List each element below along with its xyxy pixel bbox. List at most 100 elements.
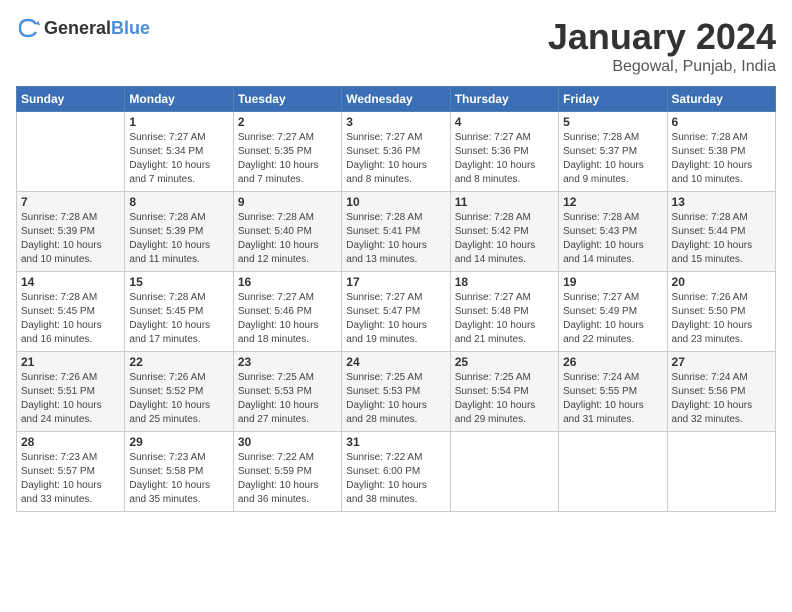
day-info: Sunrise: 7:28 AMSunset: 5:43 PMDaylight:… xyxy=(563,211,662,267)
day-info: Sunrise: 7:24 AMSunset: 5:55 PMDaylight:… xyxy=(563,371,662,427)
day-number: 17 xyxy=(346,275,445,289)
day-number: 9 xyxy=(238,195,337,209)
day-number: 4 xyxy=(455,115,554,129)
day-info: Sunrise: 7:28 AMSunset: 5:41 PMDaylight:… xyxy=(346,211,445,267)
calendar-cell: 5 Sunrise: 7:28 AMSunset: 5:37 PMDaylight… xyxy=(559,112,667,192)
calendar-cell: 15 Sunrise: 7:28 AMSunset: 5:45 PMDayligh… xyxy=(125,272,233,352)
logo-general: General xyxy=(44,18,111,38)
calendar-cell: 14 Sunrise: 7:28 AMSunset: 5:45 PMDayligh… xyxy=(17,272,125,352)
day-info: Sunrise: 7:23 AMSunset: 5:58 PMDaylight:… xyxy=(129,451,228,507)
day-info: Sunrise: 7:28 AMSunset: 5:39 PMDaylight:… xyxy=(129,211,228,267)
calendar-cell: 4 Sunrise: 7:27 AMSunset: 5:36 PMDaylight… xyxy=(450,112,558,192)
day-number: 3 xyxy=(346,115,445,129)
calendar-cell: 8Sunrise: 7:28 AMSunset: 5:39 PMDaylight… xyxy=(125,192,233,272)
day-info: Sunrise: 7:25 AMSunset: 5:53 PMDaylight:… xyxy=(238,371,337,427)
day-number: 5 xyxy=(563,115,662,129)
logo: GeneralBlue xyxy=(16,16,150,40)
day-number: 6 xyxy=(672,115,771,129)
day-info: Sunrise: 7:26 AMSunset: 5:50 PMDaylight:… xyxy=(672,291,771,347)
calendar-week-5: 28 Sunrise: 7:23 AMSunset: 5:57 PMDayligh… xyxy=(17,432,776,512)
day-info: Sunrise: 7:24 AMSunset: 5:56 PMDaylight:… xyxy=(672,371,771,427)
calendar-cell: 28 Sunrise: 7:23 AMSunset: 5:57 PMDayligh… xyxy=(17,432,125,512)
day-info: Sunrise: 7:28 AMSunset: 5:45 PMDaylight:… xyxy=(129,291,228,347)
calendar-cell: 12 Sunrise: 7:28 AMSunset: 5:43 PMDayligh… xyxy=(559,192,667,272)
day-number: 12 xyxy=(563,195,662,209)
day-info: Sunrise: 7:28 AMSunset: 5:45 PMDaylight:… xyxy=(21,291,120,347)
calendar-week-4: 21 Sunrise: 7:26 AMSunset: 5:51 PMDayligh… xyxy=(17,352,776,432)
day-number: 23 xyxy=(238,355,337,369)
day-number: 30 xyxy=(238,435,337,449)
header: GeneralBlue January 2024 Begowal, Punjab… xyxy=(16,16,776,76)
calendar-cell: 27 Sunrise: 7:24 AMSunset: 5:56 PMDayligh… xyxy=(667,352,775,432)
calendar-cell: 7 Sunrise: 7:28 AMSunset: 5:39 PMDaylight… xyxy=(17,192,125,272)
day-info: Sunrise: 7:26 AMSunset: 5:51 PMDaylight:… xyxy=(21,371,120,427)
calendar-cell: 16 Sunrise: 7:27 AMSunset: 5:46 PMDayligh… xyxy=(233,272,341,352)
day-info: Sunrise: 7:27 AMSunset: 5:47 PMDaylight:… xyxy=(346,291,445,347)
day-number: 10 xyxy=(346,195,445,209)
day-info: Sunrise: 7:27 AMSunset: 5:46 PMDaylight:… xyxy=(238,291,337,347)
calendar-week-1: 1 Sunrise: 7:27 AMSunset: 5:34 PMDaylight… xyxy=(17,112,776,192)
calendar-cell: 3Sunrise: 7:27 AMSunset: 5:36 PMDaylight… xyxy=(342,112,450,192)
day-info: Sunrise: 7:27 AMSunset: 5:49 PMDaylight:… xyxy=(563,291,662,347)
day-number: 21 xyxy=(21,355,120,369)
day-info: Sunrise: 7:28 AMSunset: 5:38 PMDaylight:… xyxy=(672,131,771,187)
th-wednesday: Wednesday xyxy=(342,87,450,112)
day-number: 25 xyxy=(455,355,554,369)
day-info: Sunrise: 7:22 AMSunset: 6:00 PMDaylight:… xyxy=(346,451,445,507)
calendar-cell: 26 Sunrise: 7:24 AMSunset: 5:55 PMDayligh… xyxy=(559,352,667,432)
calendar-cell: 9Sunrise: 7:28 AMSunset: 5:40 PMDaylight… xyxy=(233,192,341,272)
th-sunday: Sunday xyxy=(17,87,125,112)
day-number: 15 xyxy=(129,275,228,289)
day-number: 7 xyxy=(21,195,120,209)
day-info: Sunrise: 7:28 AMSunset: 5:39 PMDaylight:… xyxy=(21,211,120,267)
day-number: 19 xyxy=(563,275,662,289)
calendar-cell: 19 Sunrise: 7:27 AMSunset: 5:49 PMDayligh… xyxy=(559,272,667,352)
day-number: 27 xyxy=(672,355,771,369)
calendar-cell xyxy=(450,432,558,512)
day-info: Sunrise: 7:25 AMSunset: 5:53 PMDaylight:… xyxy=(346,371,445,427)
day-info: Sunrise: 7:27 AMSunset: 5:34 PMDaylight:… xyxy=(129,131,228,187)
day-info: Sunrise: 7:28 AMSunset: 5:37 PMDaylight:… xyxy=(563,131,662,187)
day-number: 31 xyxy=(346,435,445,449)
th-thursday: Thursday xyxy=(450,87,558,112)
day-info: Sunrise: 7:23 AMSunset: 5:57 PMDaylight:… xyxy=(21,451,120,507)
calendar-week-2: 7 Sunrise: 7:28 AMSunset: 5:39 PMDaylight… xyxy=(17,192,776,272)
title-block: January 2024 Begowal, Punjab, India xyxy=(548,16,776,76)
calendar-cell xyxy=(559,432,667,512)
day-info: Sunrise: 7:27 AMSunset: 5:35 PMDaylight:… xyxy=(238,131,337,187)
day-info: Sunrise: 7:28 AMSunset: 5:42 PMDaylight:… xyxy=(455,211,554,267)
day-info: Sunrise: 7:26 AMSunset: 5:52 PMDaylight:… xyxy=(129,371,228,427)
calendar-cell: 22Sunrise: 7:26 AMSunset: 5:52 PMDayligh… xyxy=(125,352,233,432)
calendar-week-3: 14 Sunrise: 7:28 AMSunset: 5:45 PMDayligh… xyxy=(17,272,776,352)
th-monday: Monday xyxy=(125,87,233,112)
calendar-cell: 2Sunrise: 7:27 AMSunset: 5:35 PMDaylight… xyxy=(233,112,341,192)
day-number: 11 xyxy=(455,195,554,209)
calendar-cell: 23 Sunrise: 7:25 AMSunset: 5:53 PMDayligh… xyxy=(233,352,341,432)
day-number: 16 xyxy=(238,275,337,289)
calendar-table: Sunday Monday Tuesday Wednesday Thursday… xyxy=(16,86,776,512)
day-number: 20 xyxy=(672,275,771,289)
day-info: Sunrise: 7:22 AMSunset: 5:59 PMDaylight:… xyxy=(238,451,337,507)
calendar-cell: 10 Sunrise: 7:28 AMSunset: 5:41 PMDayligh… xyxy=(342,192,450,272)
day-info: Sunrise: 7:27 AMSunset: 5:36 PMDaylight:… xyxy=(455,131,554,187)
day-number: 14 xyxy=(21,275,120,289)
month-title: January 2024 xyxy=(548,16,776,58)
day-number: 26 xyxy=(563,355,662,369)
logo-blue: Blue xyxy=(111,18,150,38)
day-info: Sunrise: 7:25 AMSunset: 5:54 PMDaylight:… xyxy=(455,371,554,427)
th-friday: Friday xyxy=(559,87,667,112)
calendar-cell: 21 Sunrise: 7:26 AMSunset: 5:51 PMDayligh… xyxy=(17,352,125,432)
day-number: 29 xyxy=(129,435,228,449)
day-info: Sunrise: 7:28 AMSunset: 5:44 PMDaylight:… xyxy=(672,211,771,267)
calendar-cell xyxy=(17,112,125,192)
logo-text: GeneralBlue xyxy=(44,18,150,39)
day-number: 28 xyxy=(21,435,120,449)
calendar-cell: 6 Sunrise: 7:28 AMSunset: 5:38 PMDaylight… xyxy=(667,112,775,192)
day-number: 1 xyxy=(129,115,228,129)
day-number: 13 xyxy=(672,195,771,209)
calendar-cell: 25 Sunrise: 7:25 AMSunset: 5:54 PMDayligh… xyxy=(450,352,558,432)
header-row: Sunday Monday Tuesday Wednesday Thursday… xyxy=(17,87,776,112)
calendar-cell xyxy=(667,432,775,512)
calendar-cell: 30 Sunrise: 7:22 AMSunset: 5:59 PMDayligh… xyxy=(233,432,341,512)
day-number: 18 xyxy=(455,275,554,289)
